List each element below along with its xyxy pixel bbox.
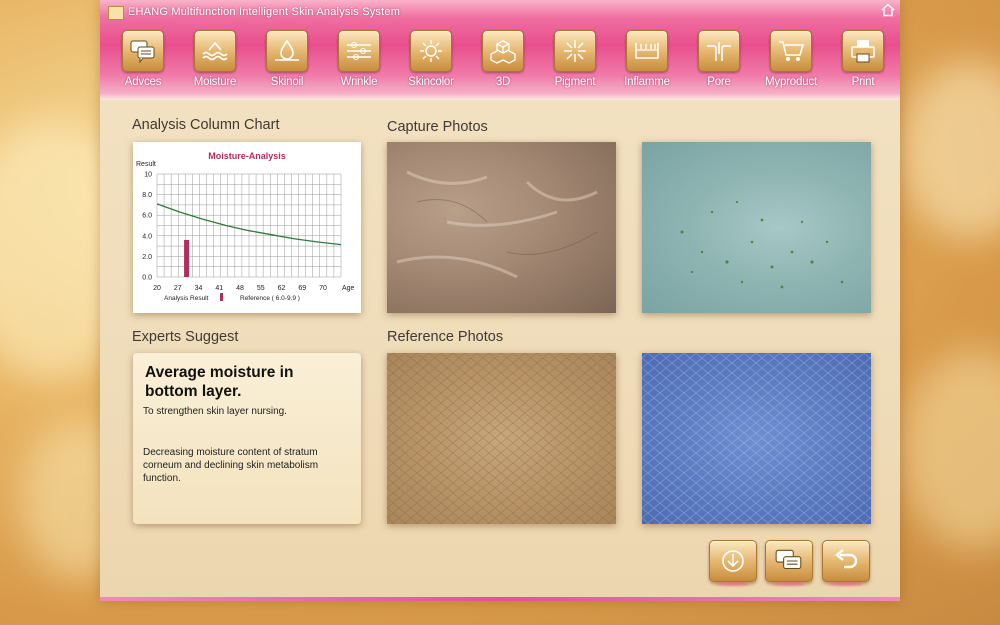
suggest-line-2: Decreasing moisture content of stratum c… [143, 447, 319, 484]
chat-bubbles-icon [775, 549, 802, 570]
tool-pigment[interactable]: Pigment [546, 30, 604, 94]
moisture-chart: Moisture-Analysis Result Age 10 8.0 6.0 4.0… [133, 142, 361, 313]
reference-photo-analysis[interactable] [642, 353, 871, 524]
x-tick-label: 62 [278, 285, 286, 292]
legend-result: Analysis Result [164, 295, 209, 302]
x-tick-label: 48 [236, 285, 244, 292]
tool-label: 3D [495, 76, 511, 88]
cubes-icon [490, 40, 516, 64]
wrinkle-lines-icon [347, 42, 371, 60]
tool-label: Moisture [193, 76, 237, 88]
tool-label: Skinoil [270, 76, 304, 88]
skin-texture-image [396, 170, 598, 279]
chart-section-title: Analysis Column Chart [132, 117, 280, 133]
x-tick-label: 70 [319, 285, 327, 292]
tool-moisture[interactable]: Moisture [186, 30, 244, 94]
capture-photo-analysis[interactable] [642, 142, 871, 313]
tool-inflamme[interactable]: Inflamme [618, 30, 676, 94]
tool-3d[interactable]: 3D [474, 30, 532, 94]
reference-photo-normal[interactable] [387, 353, 616, 524]
tool-label: Pore [707, 76, 731, 88]
pore-icon [707, 42, 731, 61]
y-axis-label: Result [136, 161, 156, 168]
chart-canvas: Moisture-Analysis Result Age 10 8.0 6.0 4.0… [136, 151, 355, 302]
result-bar [184, 239, 190, 277]
legend-reference: Reference ( 6.0-9.9 ) [240, 295, 300, 302]
cart-icon [779, 41, 805, 61]
reference-section-title: Reference Photos [387, 329, 504, 345]
y-tick-label: 4.0 [142, 233, 152, 240]
tool-label: Inflamme [624, 76, 670, 88]
printer-icon [851, 40, 875, 63]
down-arrow-icon [722, 550, 744, 572]
y-tick-label: 8.0 [142, 192, 152, 199]
x-tick-label: 41 [215, 285, 223, 292]
tool-label: Wrinkle [340, 76, 378, 88]
x-tick-label: 69 [298, 285, 306, 292]
tool-wrinkle[interactable]: Wrinkle [330, 30, 388, 94]
tool-label: Myproduct [765, 76, 817, 88]
return-arrow-icon [835, 549, 858, 569]
tool-skincolor[interactable]: Skincolor [402, 30, 460, 94]
consult-button[interactable] [765, 540, 813, 582]
x-axis-label: Age [342, 285, 355, 292]
app-window: EHANG Multifunction Intelligent Skin Ana… [100, 0, 900, 601]
x-tick-label: 27 [174, 285, 182, 292]
reference-map-image [642, 353, 871, 524]
y-tick-label: 10 [144, 172, 152, 179]
capture-section-title: Capture Photos [387, 119, 488, 135]
sparkle-icon [564, 40, 586, 62]
moisture-map-image [680, 200, 844, 289]
app-logo [108, 6, 124, 20]
skin-layer-icon [635, 43, 659, 59]
y-tick-label: 2.0 [142, 254, 152, 261]
legend-result-swatch [220, 293, 223, 301]
experts-suggest-panel: Average moisture in bottom layer. To str… [133, 353, 361, 524]
tool-label: Skincolor [408, 76, 454, 88]
tool-pore[interactable]: Pore [690, 30, 748, 94]
title-bar: EHANG Multifunction Intelligent Skin Ana… [100, 0, 900, 100]
capture-photo-normal[interactable] [387, 142, 616, 313]
tool-label: Print [851, 76, 875, 88]
tool-label: Advces [124, 76, 162, 88]
reference-skin-image [387, 353, 616, 524]
suggest-line-1: To strengthen skin layer nursing. [143, 406, 287, 417]
oil-drop-icon [275, 39, 299, 61]
tool-advices[interactable]: Advces [114, 30, 172, 94]
sun-icon [420, 40, 442, 62]
tool-label: Pigment [554, 76, 596, 88]
water-wave-icon [202, 41, 228, 61]
y-tick-label: 0.0 [142, 275, 152, 282]
tool-myproduct[interactable]: Myproduct [762, 30, 820, 94]
chat-bubbles-icon [130, 40, 155, 64]
download-button[interactable] [709, 540, 757, 582]
x-tick-label: 34 [195, 285, 203, 292]
tool-skinoil[interactable]: Skinoil [258, 30, 316, 94]
x-tick-label: 20 [153, 285, 161, 292]
suggest-headline: Average moisture in bottom layer. [145, 364, 294, 400]
home-icon[interactable] [880, 3, 896, 17]
y-tick-label: 6.0 [142, 213, 152, 220]
x-tick-label: 55 [257, 285, 265, 292]
back-button[interactable] [822, 540, 870, 582]
function-toolbar: Advces Moisture Skinoil Wrinkle Skincolo… [114, 30, 894, 94]
tool-print[interactable]: Print [834, 30, 892, 94]
bottom-accent-strip [100, 597, 900, 601]
window-title: EHANG Multifunction Intelligent Skin Ana… [128, 6, 401, 18]
experts-section-title: Experts Suggest [132, 329, 239, 345]
chart-title: Moisture-Analysis [208, 151, 286, 161]
